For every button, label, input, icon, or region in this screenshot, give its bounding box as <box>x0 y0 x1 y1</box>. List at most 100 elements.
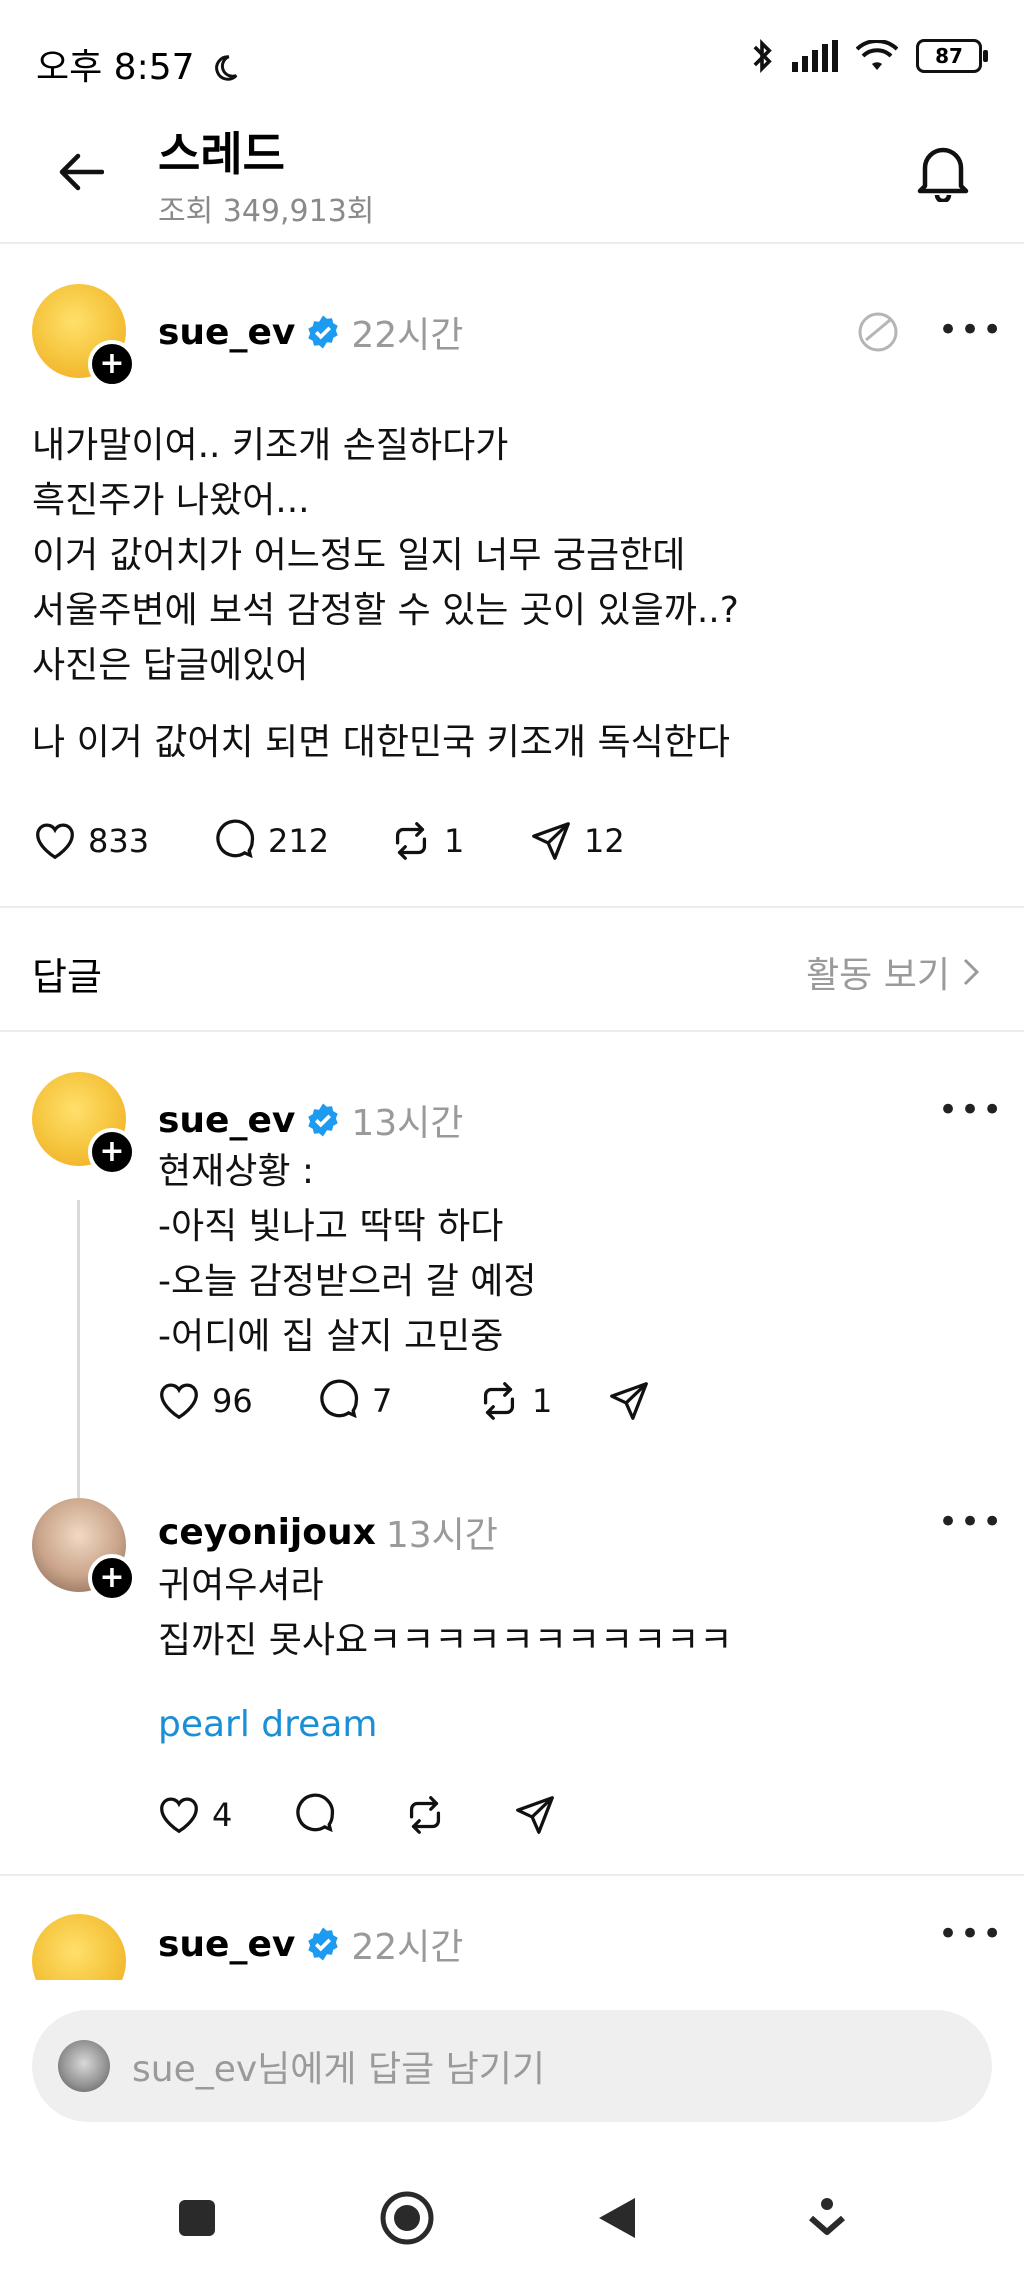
verified-badge-icon <box>308 1927 339 1961</box>
system-nav-bar <box>0 2160 1024 2276</box>
repost-icon <box>483 1382 515 1420</box>
activity-link[interactable]: 활동 보기 <box>806 946 980 998</box>
share-count: 12 <box>584 822 625 860</box>
pearl-dream-link[interactable]: pearl dream <box>158 1704 377 1745</box>
reply-item: sue_ev 22시간 ••• <box>0 1876 1024 1980</box>
reply-actions: 96 7 1 <box>156 1378 652 1424</box>
follow-plus-button[interactable]: + <box>88 1554 136 1602</box>
post-actions: 833 212 1 12 <box>32 818 668 864</box>
share-button[interactable] <box>606 1378 652 1424</box>
repost-icon <box>409 1796 441 1834</box>
translate-icon[interactable] <box>856 310 900 354</box>
more-options-button[interactable]: ••• <box>938 1914 1004 1954</box>
reply-body: 현재상황 : -아직 빛나고 딱딱 하다 -오늘 감정받으러 갈 예정 -어디에… <box>158 1144 537 1364</box>
post-meta: sue_ev 22시간 <box>158 306 463 358</box>
reply-line: 집까진 못사요ㅋㅋㅋㅋㅋㅋㅋㅋㅋㅋㅋ <box>158 1620 733 1661</box>
like-count: 4 <box>212 1796 233 1834</box>
battery-level: 87 <box>935 44 963 68</box>
reply-item: + ceyonijoux 13시간 ••• 귀여우셔라 집까진 못사요ㅋㅋㅋㅋㅋ… <box>0 1472 1024 1872</box>
comment-button[interactable]: 212 <box>212 818 388 864</box>
back-button[interactable] <box>48 140 112 204</box>
reply-time: 22시간 <box>351 1927 464 1968</box>
reply-time: 13시간 <box>351 1103 464 1144</box>
heart-icon <box>36 823 74 860</box>
username[interactable]: ceyonijoux <box>158 1512 376 1553</box>
comment-icon <box>296 1793 335 1833</box>
post-line: 서울주변에 보석 감정할 수 있는 곳이 있을까..? <box>32 590 739 631</box>
like-button[interactable]: 833 <box>32 818 212 864</box>
reply-line: 현재상황 : <box>158 1151 315 1192</box>
username[interactable]: sue_ev <box>158 1100 295 1141</box>
recents-button[interactable] <box>167 2188 227 2248</box>
replies-header: 답글 활동 보기 <box>0 908 1024 1030</box>
comment-icon <box>216 819 255 859</box>
repost-count: 1 <box>532 1382 553 1420</box>
comment-count: 212 <box>268 822 330 860</box>
status-time: 오후 8:57 <box>36 38 240 90</box>
replies-title: 답글 <box>32 955 102 999</box>
bluetooth-icon <box>753 39 772 73</box>
username[interactable]: sue_ev <box>158 312 295 353</box>
follow-plus-button[interactable]: + <box>88 1128 136 1176</box>
repost-button[interactable] <box>402 1792 512 1838</box>
reply-line: -아직 빛나고 딱딱 하다 <box>158 1206 504 1247</box>
main-post: + sue_ev 22시간 ••• 내가말이여.. 키조개 손질하다가 흑진주가… <box>0 244 1024 904</box>
chevron-down-icon <box>809 2198 845 2235</box>
repost-button[interactable]: 1 <box>388 818 528 864</box>
follow-plus-button[interactable]: + <box>88 340 136 388</box>
home-button[interactable] <box>377 2188 437 2248</box>
verified-badge-icon <box>308 315 339 349</box>
wifi-icon <box>856 40 898 70</box>
reply-actions: 4 <box>156 1792 558 1838</box>
reply-placeholder: sue_ev님에게 답글 남기기 <box>132 2049 546 2090</box>
status-time-text: 오후 8:57 <box>36 47 195 88</box>
reply-input[interactable]: sue_ev님에게 답글 남기기 <box>32 2010 992 2122</box>
reply-meta: sue_ev 13시간 <box>158 1094 463 1146</box>
moon-icon <box>215 55 238 81</box>
reply-line: -오늘 감정받으러 갈 예정 <box>158 1261 537 1302</box>
reply-line: 귀여우셔라 <box>158 1565 324 1606</box>
reply-item: + sue_ev 13시간 ••• 현재상황 : -아직 빛나고 딱딱 하다 -… <box>0 1032 1024 1504</box>
reply-line: -어디에 집 살지 고민중 <box>158 1316 504 1357</box>
send-icon <box>516 1796 554 1834</box>
page-title: 스레드 <box>158 127 285 181</box>
my-avatar <box>58 2040 110 2092</box>
more-options-button[interactable]: ••• <box>938 1090 1004 1130</box>
send-icon <box>532 822 570 860</box>
repost-icon <box>395 822 427 860</box>
repost-count: 1 <box>444 822 465 860</box>
comment-button[interactable]: 7 <box>316 1378 476 1424</box>
notification-bell-button[interactable] <box>908 136 978 206</box>
post-line: 내가말이여.. 키조개 손질하다가 <box>32 425 509 466</box>
like-count: 96 <box>212 1382 253 1420</box>
triangle-back-icon <box>599 2198 635 2238</box>
assistant-button[interactable] <box>797 2188 857 2248</box>
back-arrow-icon <box>59 153 104 191</box>
like-button[interactable]: 4 <box>156 1792 292 1838</box>
square-icon <box>179 2200 215 2236</box>
activity-link-label: 활동 보기 <box>806 955 950 996</box>
repost-button[interactable]: 1 <box>476 1378 606 1424</box>
thread-line <box>77 1200 80 1504</box>
share-button[interactable]: 12 <box>528 818 668 864</box>
heart-icon <box>160 1797 198 1834</box>
chevron-right-icon <box>963 958 980 986</box>
verified-badge-icon <box>308 1103 339 1137</box>
like-count: 833 <box>88 822 150 860</box>
reply-time: 13시간 <box>385 1515 498 1556</box>
avatar[interactable] <box>32 1914 126 1980</box>
more-options-button[interactable]: ••• <box>938 310 1004 350</box>
share-button[interactable] <box>512 1792 558 1838</box>
signal-icon <box>792 40 838 72</box>
back-nav-button[interactable] <box>587 2188 647 2248</box>
like-button[interactable]: 96 <box>156 1378 316 1424</box>
post-body: 내가말이여.. 키조개 손질하다가 흑진주가 나왔어... 이거 값어치가 어느… <box>32 418 739 770</box>
post-line: 사진은 답글에있어 <box>32 645 309 686</box>
comment-count: 7 <box>372 1382 393 1420</box>
post-line: 흑진주가 나왔어... <box>32 480 310 521</box>
comment-button[interactable] <box>292 1792 402 1838</box>
username[interactable]: sue_ev <box>158 1924 295 1965</box>
heart-icon <box>160 1383 198 1420</box>
more-options-button[interactable]: ••• <box>938 1502 1004 1542</box>
battery-icon: 87 <box>916 39 988 73</box>
